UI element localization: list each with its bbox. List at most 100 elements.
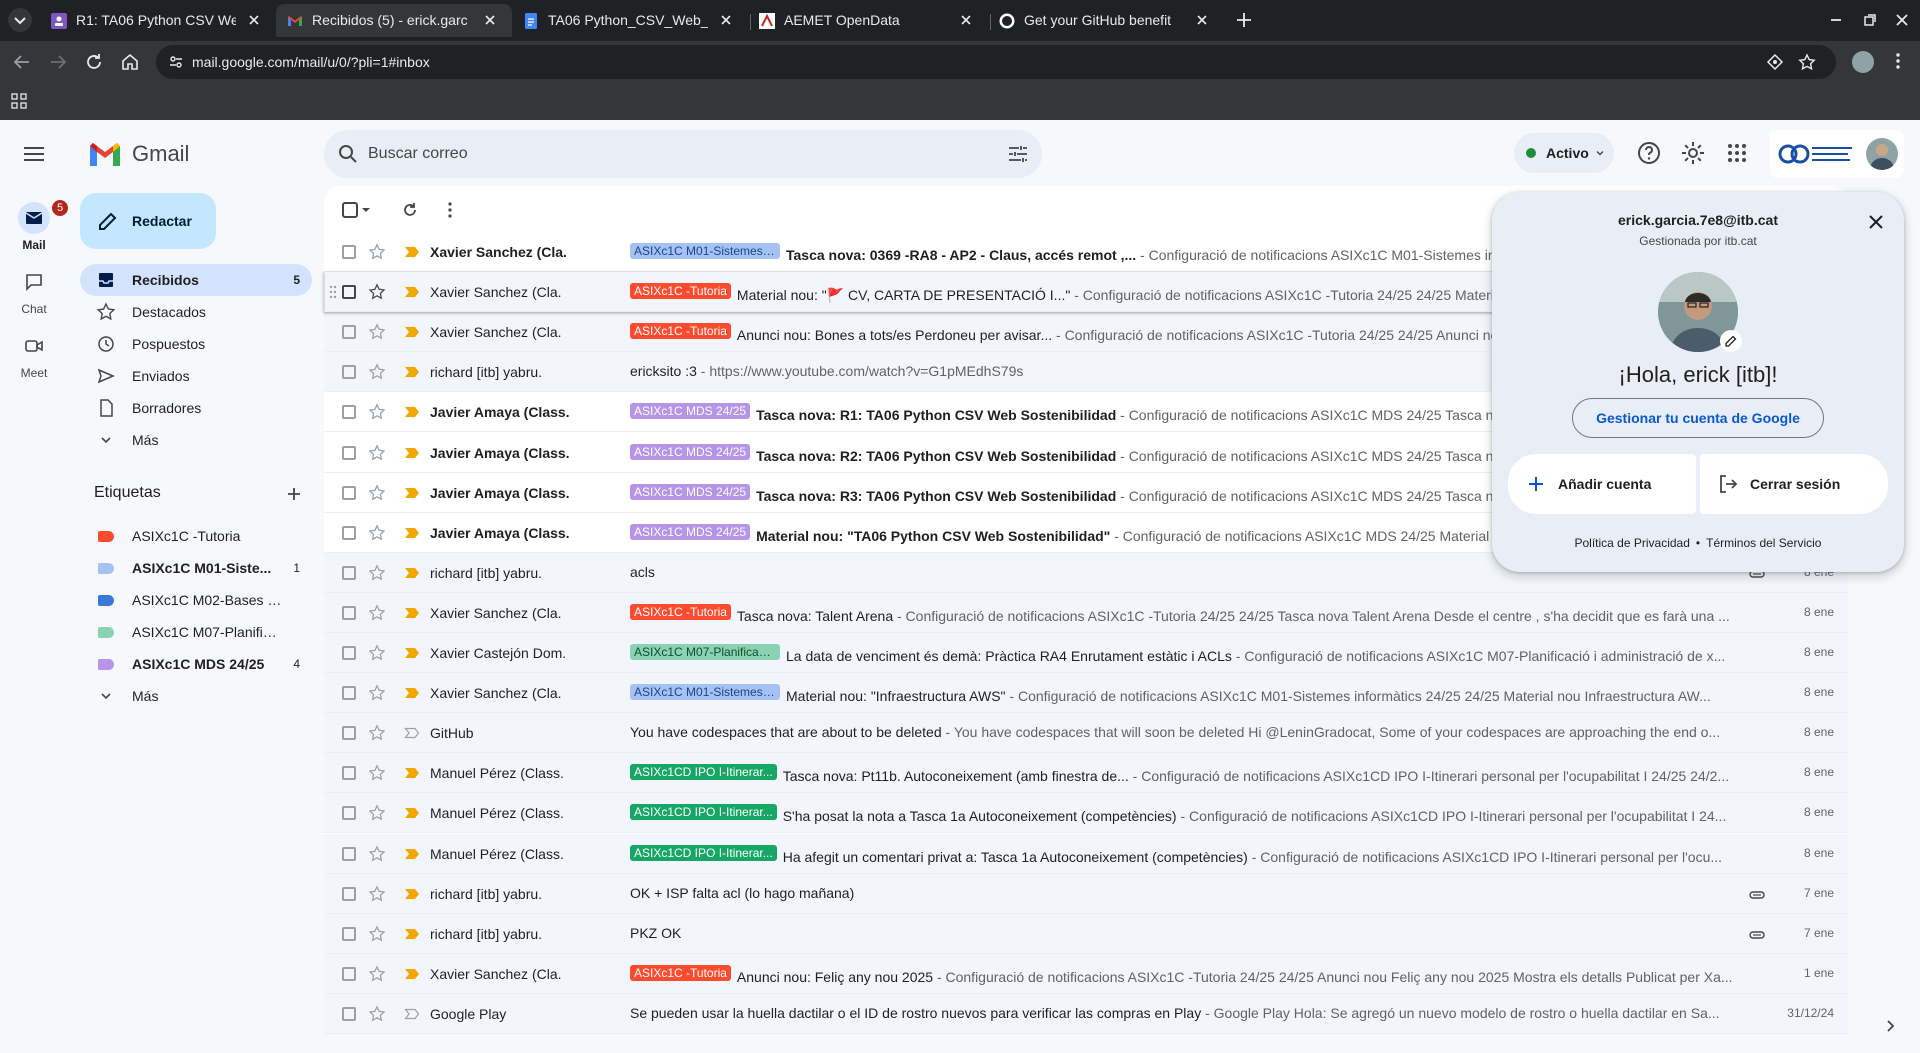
- nav-snoozed[interactable]: Pospuestos: [80, 328, 312, 360]
- star-icon[interactable]: [368, 925, 386, 943]
- row-checkbox[interactable]: [342, 846, 356, 861]
- row-checkbox[interactable]: [342, 926, 356, 941]
- row-checkbox[interactable]: [342, 966, 356, 981]
- email-label-chip[interactable]: ASIXc1C M07-Planificaci...: [630, 644, 780, 660]
- forward-arrow-icon[interactable]: [46, 50, 70, 74]
- row-checkbox[interactable]: [342, 485, 356, 500]
- star-icon[interactable]: [368, 844, 386, 863]
- close-icon[interactable]: [1192, 10, 1212, 30]
- important-marker-icon[interactable]: [404, 605, 420, 621]
- row-checkbox[interactable]: [342, 405, 356, 420]
- email-row[interactable]: Manuel Pérez (Class. ASIXc1CD IPO I-Itine…: [324, 833, 1848, 874]
- email-label-chip[interactable]: ASIXc1C MDS 24/25: [630, 523, 751, 540]
- terms-link[interactable]: Términos del Servicio: [1706, 536, 1821, 550]
- close-icon[interactable]: [244, 10, 264, 30]
- email-label-chip[interactable]: ASIXc1C M01-Sistemes in...: [630, 243, 780, 259]
- manage-account-button[interactable]: Gestionar tu cuenta de Google: [1572, 398, 1824, 438]
- reload-icon[interactable]: [82, 50, 106, 74]
- important-marker-icon[interactable]: [404, 404, 420, 420]
- email-row[interactable]: Xavier Sanchez (Cla. ASIXc1C -Tutoria Tasc…: [324, 592, 1848, 633]
- star-icon[interactable]: [368, 965, 386, 983]
- star-icon[interactable]: [368, 644, 386, 662]
- email-row[interactable]: richard [itb] yabru. PKZ OK 7 ene: [324, 913, 1848, 954]
- row-checkbox[interactable]: [342, 686, 356, 701]
- row-checkbox[interactable]: [342, 245, 356, 259]
- add-account-button[interactable]: Añadir cuenta: [1508, 454, 1696, 514]
- site-settings-icon[interactable]: [168, 54, 184, 70]
- browser-tab-gmail[interactable]: Recibidos (5) - erick.garc: [276, 4, 512, 37]
- browser-tab-docs[interactable]: TA06 Python_CSV_Web_: [512, 4, 748, 37]
- browser-tab-aemet[interactable]: AEMET OpenData: [748, 4, 988, 37]
- important-marker-icon[interactable]: [404, 445, 420, 461]
- important-marker-icon[interactable]: [404, 284, 420, 300]
- email-label-chip[interactable]: ASIXc1C MDS 24/25: [630, 443, 751, 460]
- back-arrow-icon[interactable]: [10, 50, 34, 74]
- star-icon[interactable]: [368, 604, 386, 622]
- important-marker-icon[interactable]: [404, 525, 420, 541]
- important-marker-icon[interactable]: [404, 244, 420, 260]
- email-label-chip[interactable]: ASIXc1C M01-Sistemes in...: [630, 684, 780, 701]
- search-icon[interactable]: [336, 142, 360, 166]
- refresh-icon[interactable]: [400, 200, 420, 220]
- nav-starred[interactable]: Destacados: [80, 296, 312, 328]
- profile-avatar[interactable]: [1852, 51, 1874, 73]
- star-icon[interactable]: [368, 243, 386, 261]
- status-selector[interactable]: Activo: [1514, 133, 1614, 173]
- compose-button[interactable]: Redactar: [80, 193, 216, 249]
- row-checkbox[interactable]: [342, 565, 356, 580]
- gear-icon[interactable]: [1680, 140, 1706, 166]
- email-row[interactable]: Manuel Pérez (Class. ASIXc1CD IPO I-Itine…: [324, 753, 1848, 794]
- browser-tab-github[interactable]: Get your GitHub benefit: [988, 4, 1224, 37]
- email-row[interactable]: Xavier Castejón Dom. ASIXc1C M07-Planific…: [324, 633, 1848, 673]
- label-item[interactable]: ASIXc1C MDS 24/25 4: [80, 648, 312, 680]
- label-item[interactable]: Más: [80, 680, 312, 712]
- row-checkbox[interactable]: [342, 445, 356, 460]
- nav-sent[interactable]: Enviados: [80, 360, 312, 392]
- star-icon[interactable]: [368, 804, 386, 822]
- tab-search-button[interactable]: [8, 8, 32, 32]
- row-checkbox[interactable]: [342, 365, 356, 380]
- star-icon[interactable]: [368, 323, 386, 341]
- important-marker-icon[interactable]: [404, 1006, 420, 1022]
- star-icon[interactable]: [368, 1005, 386, 1023]
- browser-tab-classroom[interactable]: R1: TA06 Python CSV We: [40, 4, 276, 37]
- email-row[interactable]: Xavier Sanchez (Cla. ASIXc1C M01-Sistemes…: [324, 673, 1848, 714]
- important-marker-icon[interactable]: [404, 485, 420, 501]
- email-label-chip[interactable]: ASIXc1C -Tutoria: [630, 964, 731, 981]
- row-checkbox[interactable]: [342, 726, 356, 741]
- important-marker-icon[interactable]: [404, 685, 420, 701]
- lens-icon[interactable]: [1766, 53, 1784, 71]
- star-icon[interactable]: [368, 764, 386, 782]
- row-checkbox[interactable]: [342, 766, 356, 781]
- label-item[interactable]: ASIXc1C M01-Siste... 1: [80, 552, 312, 584]
- email-label-chip[interactable]: ASIXc1CD IPO I-Itinerar...: [630, 844, 777, 861]
- chevron-down-icon[interactable]: [360, 200, 372, 220]
- star-icon[interactable]: [368, 884, 386, 903]
- star-icon[interactable]: [368, 363, 386, 381]
- add-label-icon[interactable]: [284, 484, 304, 504]
- email-row[interactable]: GitHub You have codespaces that are about…: [324, 713, 1848, 754]
- bookmark-star-icon[interactable]: [1798, 53, 1816, 71]
- important-marker-icon[interactable]: [404, 926, 420, 942]
- email-label-chip[interactable]: ASIXc1CD IPO I-Itinerar...: [630, 764, 777, 781]
- important-marker-icon[interactable]: [404, 886, 420, 902]
- star-icon[interactable]: [368, 443, 386, 462]
- apps-grid-icon[interactable]: [10, 92, 28, 110]
- row-checkbox[interactable]: [342, 1006, 356, 1021]
- gmail-logo[interactable]: Gmail: [88, 138, 248, 170]
- row-checkbox[interactable]: [342, 886, 356, 901]
- window-close-icon[interactable]: [1892, 10, 1912, 30]
- email-row[interactable]: Manuel Pérez (Class. ASIXc1CD IPO I-Itine…: [324, 793, 1848, 834]
- home-icon[interactable]: [118, 50, 142, 74]
- restore-icon[interactable]: [1860, 10, 1880, 30]
- email-label-chip[interactable]: ASIXc1C -Tutoria: [630, 323, 731, 340]
- select-all-checkbox[interactable]: [340, 200, 360, 220]
- close-icon[interactable]: [480, 10, 500, 30]
- search-options-icon[interactable]: [1006, 142, 1030, 166]
- row-checkbox[interactable]: [342, 325, 356, 340]
- row-checkbox[interactable]: [342, 525, 356, 540]
- important-marker-icon[interactable]: [404, 765, 420, 781]
- row-checkbox[interactable]: [342, 285, 356, 300]
- privacy-link[interactable]: Política de Privacidad: [1575, 536, 1690, 550]
- label-item[interactable]: ASIXc1C -Tutoria: [80, 520, 312, 552]
